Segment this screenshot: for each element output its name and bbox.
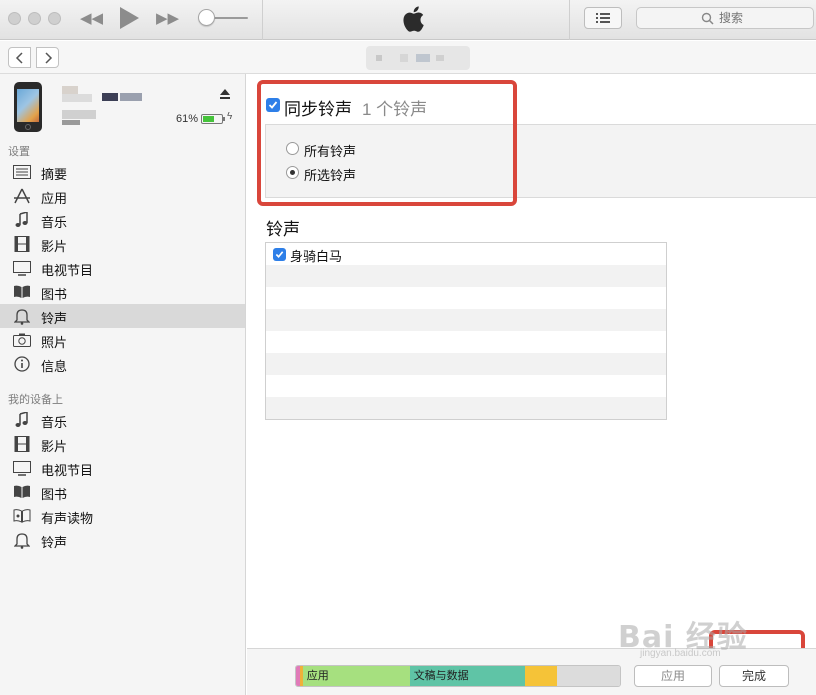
- sidebar-settings-item[interactable]: 电视节目: [0, 256, 245, 280]
- battery-percentage: 61%: [176, 113, 199, 125]
- ringtone-list: 身骑白马: [265, 242, 667, 420]
- storage-segment: 文稿与数据: [409, 666, 525, 686]
- sidebar-device-item-label: 电视节目: [41, 463, 94, 478]
- back-button[interactable]: [8, 47, 31, 68]
- ringtones-section-title: 铃声: [266, 220, 300, 239]
- sidebar-device-item[interactable]: 有声读物: [0, 504, 245, 528]
- sidebar-settings-item[interactable]: 信息: [0, 352, 245, 376]
- audiobook-icon: [12, 507, 32, 525]
- storage-segment: 应用: [302, 666, 410, 686]
- sidebar-device-item-label: 有声读物: [41, 511, 94, 526]
- list-icon: [596, 13, 610, 23]
- sidebar-settings-item-label: 摘要: [41, 167, 68, 182]
- sidebar-settings-item[interactable]: 影片: [0, 232, 245, 256]
- empty-list-row: [266, 265, 666, 287]
- next-track-icon[interactable]: ▶▶: [156, 9, 179, 29]
- sidebar-settings-item-label: 照片: [41, 335, 68, 350]
- forward-button[interactable]: [36, 47, 59, 68]
- volume-slider-knob[interactable]: [198, 9, 215, 26]
- empty-list-row: [266, 397, 666, 419]
- device-thumbnail: [14, 82, 42, 132]
- apply-button[interactable]: 应用: [634, 665, 712, 687]
- sidebar-device-item-label: 图书: [41, 487, 68, 502]
- search-icon: [701, 12, 714, 25]
- toolbar-divider: [262, 0, 263, 40]
- toolbar-divider: [569, 0, 570, 40]
- empty-list-row: [266, 375, 666, 397]
- sidebar-device-item-label: 音乐: [41, 415, 68, 430]
- bell-icon: [12, 531, 32, 549]
- minimize-window-button[interactable]: [28, 12, 41, 25]
- ringtone-name: 身骑白马: [290, 249, 343, 264]
- music-icon: [12, 211, 32, 229]
- sidebar-settings-item-label: 信息: [41, 359, 68, 374]
- sidebar-device-item[interactable]: 影片: [0, 432, 245, 456]
- close-window-button[interactable]: [8, 12, 21, 25]
- sidebar-device-item-label: 影片: [41, 439, 68, 454]
- chevron-right-icon: [44, 51, 52, 64]
- sidebar-settings-item[interactable]: 应用: [0, 184, 245, 208]
- ringtone-checkbox[interactable]: [273, 248, 286, 261]
- storage-capacity-bar: 应用 文稿与数据: [295, 665, 621, 687]
- sidebar-settings-item-label: 应用: [41, 191, 68, 206]
- storage-segment: [524, 666, 558, 686]
- sidebar-device-item[interactable]: 电视节目: [0, 456, 245, 480]
- done-button[interactable]: 完成: [719, 665, 789, 687]
- play-icon[interactable]: [120, 7, 139, 29]
- sidebar-settings-item-label: 音乐: [41, 215, 68, 230]
- sidebar-device-item[interactable]: 音乐: [0, 408, 245, 432]
- sidebar-device-item-label: 铃声: [41, 535, 68, 550]
- device-name-blur: [62, 86, 78, 94]
- empty-list-row: [266, 331, 666, 353]
- eject-icon[interactable]: [219, 88, 231, 100]
- sidebar: 61% ϟ 设置 摘要 应用 音乐 影片 电视节目 图书 铃声 照片 信息 我的设备上 音乐 影片…: [0, 74, 246, 695]
- on-device-section-title: 我的设备上: [8, 394, 63, 406]
- previous-track-icon[interactable]: ◀◀: [80, 9, 103, 29]
- tv-icon: [12, 259, 32, 277]
- book-icon: [12, 483, 32, 501]
- charging-bolt-icon: ϟ: [227, 111, 233, 122]
- device-name-pill[interactable]: [366, 46, 470, 70]
- search-field[interactable]: [636, 7, 814, 29]
- settings-section-title: 设置: [8, 146, 30, 158]
- ringtone-row[interactable]: 身骑白马: [266, 243, 666, 265]
- tv-icon: [12, 459, 32, 477]
- device-capacity-blur: [62, 110, 96, 119]
- sidebar-settings-item[interactable]: 铃声: [0, 304, 245, 328]
- sidebar-device-item[interactable]: 铃声: [0, 528, 245, 552]
- summary-icon: [12, 163, 32, 181]
- sidebar-settings-item-label: 电视节目: [41, 263, 94, 278]
- sidebar-settings-item-label: 图书: [41, 287, 68, 302]
- apps-icon: [12, 187, 32, 205]
- sidebar-settings-item[interactable]: 照片: [0, 328, 245, 352]
- apple-logo-icon: [403, 6, 424, 32]
- search-input[interactable]: [719, 10, 809, 26]
- film-icon: [12, 235, 32, 253]
- film-icon: [12, 435, 32, 453]
- list-view-button[interactable]: [584, 7, 622, 29]
- sidebar-settings-item[interactable]: 摘要: [0, 160, 245, 184]
- watermark-url: jingyan.baidu.com: [640, 648, 721, 659]
- battery-icon: [201, 114, 223, 124]
- sidebar-settings-item-label: 铃声: [41, 311, 68, 326]
- camera-icon: [12, 331, 32, 349]
- sidebar-settings-item[interactable]: 音乐: [0, 208, 245, 232]
- chevron-left-icon: [15, 51, 23, 64]
- empty-list-row: [266, 353, 666, 375]
- bell-icon: [12, 307, 32, 325]
- storage-segment: [557, 666, 620, 686]
- window-toolbar: ◀◀ ▶▶: [0, 0, 816, 40]
- info-icon: [12, 355, 32, 373]
- sidebar-device-item[interactable]: 图书: [0, 480, 245, 504]
- empty-list-row: [266, 309, 666, 331]
- checkmark-icon: [275, 251, 284, 258]
- navigation-bar: [0, 41, 816, 74]
- sidebar-settings-item-label: 影片: [41, 239, 68, 254]
- book-icon: [12, 283, 32, 301]
- sidebar-settings-item[interactable]: 图书: [0, 280, 245, 304]
- zoom-window-button[interactable]: [48, 12, 61, 25]
- music-icon: [12, 411, 32, 429]
- empty-list-row: [266, 287, 666, 309]
- annotation-box-sync: [257, 80, 517, 206]
